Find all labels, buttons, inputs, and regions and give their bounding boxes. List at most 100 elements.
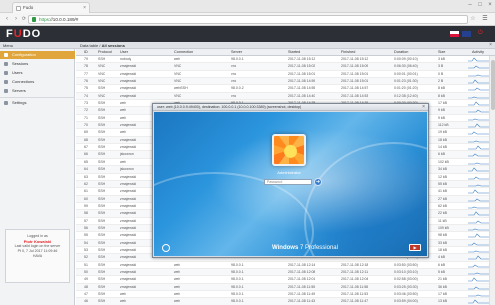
- col-server[interactable]: Server: [231, 49, 242, 56]
- cell-id: 46: [84, 299, 88, 304]
- sidebar-item-settings[interactable]: Settings: [0, 99, 75, 107]
- cell-id: 78: [84, 64, 88, 69]
- table-row[interactable]: 46 SSH web web 98.0.0.1 2017-11-08 11:43 2017-…: [76, 298, 495, 305]
- minimize-icon[interactable]: –: [466, 2, 474, 9]
- reload-icon[interactable]: ⟳: [20, 15, 28, 23]
- table-row[interactable]: 79 SSH nobody web 98.0.0.1 2017-11-08 15:12 20…: [76, 56, 495, 64]
- cell-user: zmajewski: [120, 71, 137, 76]
- table-row[interactable]: 76 VNC zmajewski VNC vnc 2017-11-08 14:59 2017…: [76, 78, 495, 86]
- cell-id: 57: [84, 218, 88, 223]
- cell-id: 70: [84, 123, 88, 128]
- col-size[interactable]: Size: [438, 49, 445, 56]
- flag-pl-icon[interactable]: [450, 31, 459, 37]
- cell-server: 98.0.0.1: [231, 57, 244, 61]
- col-id[interactable]: ID: [84, 49, 88, 56]
- table-row[interactable]: 74 VNC zmajewski VNC vnc 2017-11-08 14:40 2017…: [76, 92, 495, 101]
- close-panel-icon[interactable]: ×: [489, 42, 492, 48]
- table-row[interactable]: 78 VNC zmajewski VNC vnc 2017-11-08 15:02 2017…: [76, 63, 495, 71]
- cell-protocol: SSH: [98, 152, 106, 157]
- maximize-icon[interactable]: □: [476, 2, 484, 9]
- shutdown-button[interactable]: ▶: [409, 244, 421, 251]
- col-activity[interactable]: Activity: [472, 49, 484, 56]
- sidebar-item-servers[interactable]: Servers: [0, 87, 75, 95]
- hamburger-icon[interactable]: ☰: [481, 15, 489, 23]
- cell-protocol: SSH: [98, 240, 106, 245]
- cell-protocol: SSH: [98, 101, 106, 106]
- cell-id: 60: [84, 196, 88, 201]
- col-started[interactable]: Started: [288, 49, 300, 56]
- cell-finished: 2017-11-08 15:09: [341, 64, 369, 69]
- cell-protocol: SSH: [98, 115, 106, 120]
- sidebar-item-configuration[interactable]: Configuration: [0, 51, 75, 59]
- cell-protocol: SSH: [98, 159, 106, 164]
- remote-desktop-view[interactable]: Administrator Password ➜ Windows 7 Profe…: [154, 112, 427, 256]
- cell-protocol: SSH: [98, 196, 106, 201]
- cell-size: 12 kB: [438, 174, 447, 179]
- table-row[interactable]: 75 SSH zmajewski webSSH 98.0.0.2 2017-11-08 1…: [76, 85, 495, 93]
- cell-size: 33 kB: [438, 240, 447, 245]
- table-row[interactable]: 77 VNC zmajewski VNC vnc 2017-11-08 15:01 2017…: [76, 71, 495, 79]
- password-field[interactable]: Password: [264, 179, 312, 185]
- cell-id: 54: [84, 240, 88, 245]
- col-connection[interactable]: Connection: [174, 49, 193, 56]
- cell-user: zmajewski: [120, 64, 137, 69]
- cell-duration: 0:00:09 (00:10): [394, 57, 418, 61]
- sidebar-item-users[interactable]: Users: [0, 69, 75, 77]
- cell-size: 6 kB: [438, 262, 446, 267]
- cell-finished: 2017-11-08 14:53: [341, 93, 369, 98]
- cell-protocol: VNC: [98, 93, 106, 98]
- close-window-icon[interactable]: ×: [486, 2, 494, 9]
- cell-size: 2 B: [438, 79, 444, 84]
- browser-tab[interactable]: Fudo ×: [12, 2, 90, 13]
- sidebar-item-connections[interactable]: Connections: [0, 78, 75, 86]
- sidebar-item-sessions[interactable]: Sessions: [0, 60, 75, 68]
- col-finished[interactable]: Finished: [341, 49, 355, 56]
- cell-id: 65: [84, 159, 88, 164]
- cell-size: 21 kB: [438, 277, 447, 282]
- cell-finished: 2017-11-08 12:04: [341, 277, 369, 282]
- cell-duration: 0:12:38 (12:40): [394, 93, 418, 98]
- modal-close-icon[interactable]: ×: [422, 104, 425, 111]
- table-row[interactable]: 50 SSH zmajewski web 98.0.0.1 2017-11-08 12:0…: [76, 268, 495, 277]
- login-arrow-button[interactable]: ➜: [314, 178, 322, 186]
- table-row[interactable]: 47 SSH web web 98.0.0.1 2017-11-08 11:49 2017-…: [76, 291, 495, 299]
- table-row[interactable]: 48 SSH zmajewski web 98.0.0.1 2017-11-08 11:5…: [76, 283, 495, 291]
- cell-protocol: SSH: [98, 225, 106, 230]
- cell-id: 63: [84, 174, 88, 179]
- cell-protocol: SSH: [98, 262, 106, 267]
- address-bar[interactable]: https://10.0.0.189/#: [28, 15, 468, 24]
- flag-en-icon[interactable]: [462, 31, 471, 37]
- cell-user: web: [120, 292, 127, 296]
- scroll-thumb[interactable]: [491, 60, 495, 110]
- back-icon[interactable]: ‹: [3, 15, 11, 23]
- forward-icon[interactable]: ›: [12, 15, 20, 23]
- cell-size: 0 B: [438, 71, 444, 76]
- logout-button[interactable]: ⏻: [478, 30, 483, 37]
- col-user[interactable]: User: [120, 49, 128, 56]
- cell-id: 56: [84, 225, 88, 230]
- cell-size: 27 kB: [438, 196, 447, 201]
- cell-connection: VNC: [174, 93, 182, 98]
- cell-connection: web: [174, 262, 181, 267]
- scrollbar[interactable]: [489, 56, 495, 305]
- cell-finished: 2017-11-08 15:01: [341, 79, 369, 84]
- cell-connection: web: [174, 57, 181, 61]
- table-row[interactable]: 51 SSH zmajewski web 98.0.0.1 2017-11-08 12:1…: [76, 262, 495, 269]
- connections-icon: [4, 80, 8, 84]
- lock-icon: [32, 17, 36, 22]
- col-protocol[interactable]: Protocol: [98, 49, 112, 56]
- tab-close-icon[interactable]: ×: [83, 3, 86, 13]
- cell-protocol: SSH: [98, 203, 106, 208]
- table-row[interactable]: 49 SSH zmajewski web 98.0.0.1 2017-11-08 12:0…: [76, 276, 495, 284]
- cell-started: 2017-11-08 11:43: [288, 299, 316, 304]
- bookmark-star-icon[interactable]: ☆: [469, 15, 477, 23]
- cell-user: web: [120, 159, 127, 164]
- cell-id: 67: [84, 145, 88, 150]
- cell-user: web: [120, 299, 127, 304]
- cell-protocol: SSH: [98, 269, 106, 274]
- cell-user: web: [120, 101, 127, 106]
- cell-server: 98.0.0.1: [231, 284, 244, 289]
- ease-of-access-icon[interactable]: [162, 244, 170, 252]
- col-duration[interactable]: Duration: [394, 49, 408, 56]
- cell-id: 74: [84, 93, 88, 98]
